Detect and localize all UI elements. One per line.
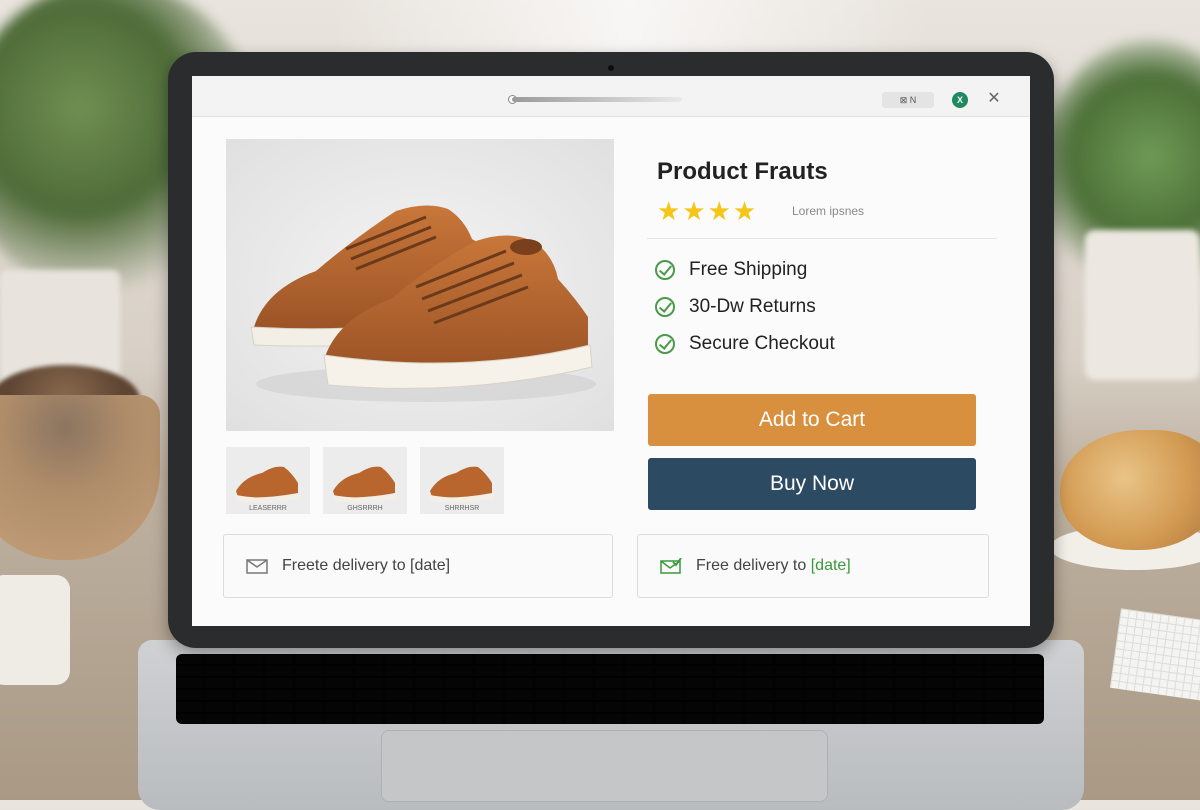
extension-icon[interactable]: ⊠ N	[882, 92, 934, 108]
keyboard	[176, 654, 1044, 724]
laptop-base	[138, 640, 1084, 810]
laptop-screen: ⊠ N X ✕ LEASERRR GHSRRRH SHRRHSR Product…	[192, 76, 1030, 626]
delivery-date: [date]	[810, 557, 851, 574]
profile-icon[interactable]: X	[952, 92, 968, 108]
folded-towel	[0, 575, 70, 685]
feature-label: Secure Checkout	[689, 333, 835, 354]
buy-now-button[interactable]: Buy Now	[648, 458, 976, 510]
delivery-text: Freete delivery to [date]	[282, 557, 451, 574]
sneaker-thumbnail-image	[226, 447, 310, 514]
webcam	[608, 65, 614, 71]
feature-secure-checkout: Secure Checkout	[655, 333, 835, 355]
star-rating: ★★★★	[657, 196, 759, 226]
close-icon[interactable]: ✕	[984, 89, 1004, 109]
browser-toolbar: ⊠ N X ✕	[192, 76, 1030, 117]
notebook	[1109, 608, 1200, 702]
feature-free-shipping: Free Shipping	[655, 259, 807, 281]
thumbnail-caption: LEASERRR	[249, 505, 287, 512]
product-thumbnail[interactable]: LEASERRR	[226, 447, 310, 514]
divider	[647, 238, 997, 239]
sneakers-illustration	[226, 139, 614, 431]
envelope-icon	[246, 558, 268, 574]
laptop-lid: ⊠ N X ✕ LEASERRR GHSRRRH SHRRHSR Product…	[168, 52, 1054, 648]
feature-returns: 30-Dw Returns	[655, 296, 816, 318]
add-to-cart-button[interactable]: Add to Cart	[648, 394, 976, 446]
delivery-text: Free delivery to	[696, 557, 807, 574]
plant-pot-right	[1085, 230, 1200, 380]
sneaker-thumbnail-image	[323, 447, 407, 514]
rating-text[interactable]: Lorem ipsnes	[792, 204, 864, 218]
envelope-check-icon	[660, 557, 682, 574]
product-main-image[interactable]	[226, 139, 614, 431]
feature-label: 30-Dw Returns	[689, 296, 816, 317]
check-icon	[655, 260, 675, 280]
product-thumbnail[interactable]: SHRRHSR	[420, 447, 504, 514]
sneaker-thumbnail-image	[420, 447, 504, 514]
pastry	[1060, 430, 1200, 550]
check-icon	[655, 297, 675, 317]
address-bar[interactable]	[512, 97, 682, 102]
delivery-info-card: Freete delivery to [date]	[223, 534, 613, 598]
delivery-info-card: Free delivery to [date]	[637, 534, 989, 598]
check-icon	[655, 334, 675, 354]
product-thumbnail[interactable]: GHSRRRH	[323, 447, 407, 514]
trackpad	[381, 730, 828, 802]
product-title: Product Frauts	[657, 158, 828, 185]
thumbnail-caption: SHRRHSR	[444, 505, 480, 512]
feature-label: Free Shipping	[689, 259, 808, 280]
thumbnail-caption: GHSRRRH	[347, 505, 383, 512]
